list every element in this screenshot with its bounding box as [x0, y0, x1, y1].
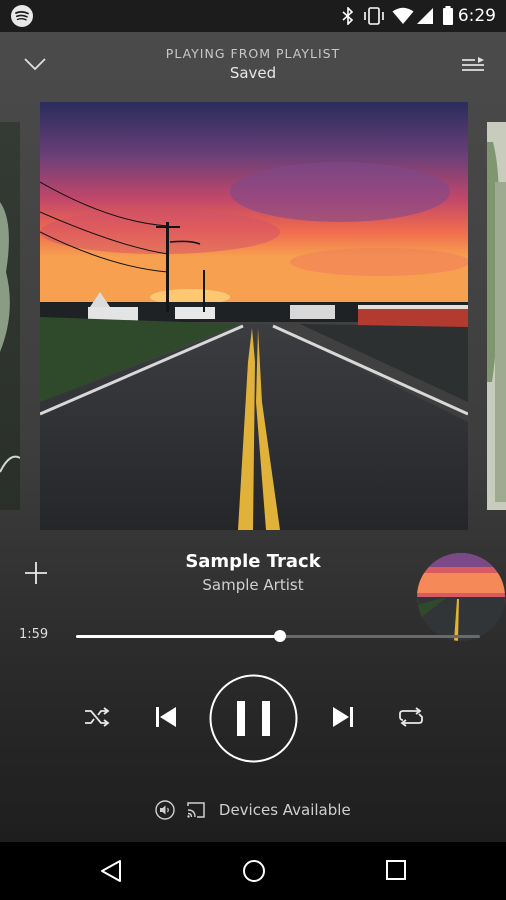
next-icon[interactable]: [332, 706, 354, 728]
now-playing-screen: PLAYING FROM PLAYLIST Saved Sample Track…: [0, 32, 506, 842]
progress-fill: [76, 635, 281, 638]
back-icon[interactable]: [100, 859, 122, 883]
playlist-name[interactable]: Saved: [0, 64, 506, 82]
status-bar: 6:29: [0, 0, 506, 32]
playing-from-label: PLAYING FROM PLAYLIST: [165, 46, 341, 61]
previous-icon[interactable]: [155, 706, 177, 728]
repeat-icon[interactable]: [398, 706, 424, 728]
system-nav-bar: [0, 842, 506, 900]
speaker-icon: [155, 800, 176, 820]
cast-icon: [186, 801, 206, 819]
pause-icon: [237, 701, 245, 736]
vibrate-icon: [362, 7, 386, 25]
album-art[interactable]: [40, 102, 468, 530]
status-time: 6:29: [457, 6, 496, 26]
cell-signal-icon: [416, 7, 434, 25]
previous-track-art[interactable]: [0, 122, 20, 510]
elapsed-time: 1:59: [19, 627, 49, 642]
spotify-icon: [10, 4, 34, 28]
next-track-art[interactable]: [487, 122, 506, 510]
mini-album-art[interactable]: [417, 553, 505, 641]
queue-icon[interactable]: [461, 56, 485, 74]
wifi-icon: [392, 7, 414, 25]
recents-icon[interactable]: [386, 860, 406, 880]
shuffle-icon[interactable]: [84, 706, 110, 728]
pause-button[interactable]: [209, 674, 298, 763]
devices-available[interactable]: Devices Available: [0, 800, 506, 820]
progress-bar[interactable]: [76, 630, 480, 642]
home-icon[interactable]: [242, 859, 266, 883]
devices-label: Devices Available: [218, 801, 351, 819]
battery-icon: [442, 6, 454, 26]
bluetooth-icon: [342, 7, 354, 25]
progress-thumb[interactable]: [274, 630, 287, 642]
